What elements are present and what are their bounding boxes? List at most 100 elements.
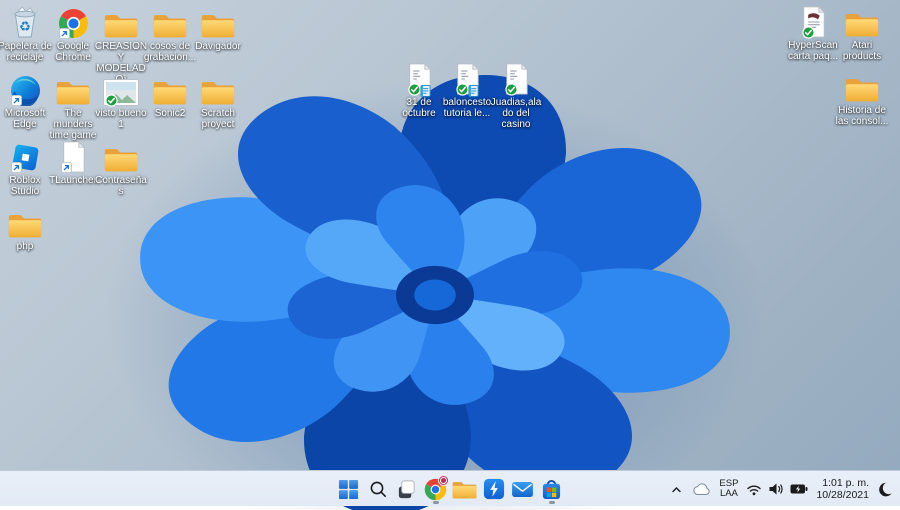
desktop-icon-davigador[interactable]: Davigador (191, 5, 245, 52)
sync-check-icon (802, 26, 815, 39)
desktop-icon-label: 31 de octubre (402, 97, 436, 119)
language-line2: LAA (719, 488, 738, 499)
shortcut-arrow-icon (59, 28, 70, 39)
task-view-icon (396, 479, 417, 500)
desktop-icon-31-de-octubre[interactable]: 31 de octubre (392, 61, 446, 119)
mail-button[interactable] (510, 474, 536, 504)
desktop-icon-atari-products[interactable]: Atari products (835, 4, 889, 62)
folder-icon (8, 205, 42, 239)
lightning-app-button[interactable] (481, 474, 507, 504)
folder-icon (153, 5, 187, 39)
chrome-notification-badge (437, 475, 449, 486)
shortcut-arrow-icon (11, 162, 22, 173)
desktop-icon-label: Davigador (195, 41, 241, 52)
running-indicator (548, 501, 555, 504)
desktop-background[interactable]: Papelera de reciclaje Google Chrome CREA… (0, 0, 900, 510)
chevron-up-icon (672, 486, 682, 492)
roblox-studio-icon (10, 139, 41, 173)
onedrive-button[interactable] (688, 474, 715, 504)
desktop-icon-label: Scratch proyect (201, 108, 235, 130)
taskbar-chrome-button[interactable] (423, 474, 449, 504)
microsoft-store-button[interactable] (539, 474, 565, 504)
microsoft-store-icon (541, 478, 562, 501)
desktop-icon-tlauncher[interactable]: TLauncher (46, 139, 100, 186)
desktop-icon-label: php (16, 241, 34, 252)
desktop-icon-scratch-proyect[interactable]: Scratch proyect (191, 72, 245, 130)
desktop-icon-php[interactable]: php (0, 205, 52, 252)
shortcut-arrow-icon (61, 162, 72, 173)
notification-center-button[interactable] (873, 474, 897, 504)
chrome-icon (58, 5, 89, 39)
folder-icon (845, 69, 879, 103)
text-document-icon (406, 61, 433, 95)
focus-assist-moon-icon (879, 482, 892, 497)
shortcut-arrow-icon (11, 95, 22, 106)
file-icon (60, 139, 87, 173)
volume-icon (769, 483, 784, 495)
search-icon (368, 479, 388, 499)
folder-icon (201, 5, 235, 39)
image-thumbnail-icon (103, 72, 139, 106)
desktop-icon-microsoft-edge[interactable]: Microsoft Edge (0, 72, 52, 130)
file-explorer-icon (452, 478, 477, 500)
lightning-app-icon (483, 478, 505, 500)
desktop-icon-label: Atari products (842, 40, 882, 62)
desktop-icon-cosos-de-grabacion[interactable]: cosos de grabacion... (143, 5, 197, 63)
desktop-icon-label: baloncesto tutoria le... (442, 97, 492, 119)
hidden-icons-button[interactable] (665, 474, 688, 504)
folder-icon (153, 72, 187, 106)
desktop-icon-label: The munders time game (49, 108, 97, 141)
desktop-icon-visto-bueno[interactable]: visto bueno 1 (94, 72, 148, 130)
task-view-button[interactable] (394, 474, 420, 504)
sync-check-icon (505, 83, 518, 96)
notepad-badge-icon (420, 84, 431, 97)
desktop-icon-label: Contraseñas (95, 175, 147, 197)
system-tray: ESP LAA 1:01 p. m. 10/28/2021 (665, 471, 897, 507)
folder-icon (201, 72, 235, 106)
folder-icon (104, 139, 138, 173)
desktop-icon-label: cosos de grabacion... (143, 41, 197, 63)
desktop-icon-label: HyperScan carta paq... (787, 40, 839, 62)
desktop-icon-the-munders-time-game[interactable]: The munders time game (46, 72, 100, 141)
mail-icon (511, 481, 534, 498)
desktop-icon-juadias-alado-del-casino[interactable]: Juadias,alado del casino (489, 61, 543, 130)
wifi-icon (747, 485, 762, 495)
sync-check-icon (105, 94, 118, 107)
desktop-icon-baloncesto-tutoria[interactable]: baloncesto tutoria le... (440, 61, 494, 119)
desktop-icon-google-chrome[interactable]: Google Chrome (46, 5, 100, 63)
desktop-icon-label: Historia de las consol... (835, 105, 889, 127)
folder-icon (104, 5, 138, 39)
tray-date: 10/28/2021 (816, 489, 869, 501)
desktop-icon-label: Google Chrome (55, 41, 91, 63)
desktop-icon-label: visto bueno 1 (95, 108, 147, 130)
desktop-icon-contrasenas[interactable]: Contraseñas (94, 139, 148, 197)
folder-icon (56, 72, 90, 106)
desktop-icon-roblox-studio[interactable]: Roblox Studio (0, 139, 52, 197)
edge-icon (10, 72, 41, 106)
document-icon (503, 61, 530, 95)
onedrive-cloud-icon (693, 482, 710, 495)
taskbar: ESP LAA 1:01 p. m. 10/28/2021 (0, 470, 900, 506)
desktop-icon-label: Juadias,alado del casino (490, 97, 542, 130)
language-indicator[interactable]: ESP LAA (715, 474, 742, 504)
desktop-icon-label: Microsoft Edge (4, 108, 46, 130)
desktop-icon-recycle-bin[interactable]: Papelera de reciclaje (0, 5, 52, 63)
text-document-icon (454, 61, 481, 95)
desktop-icon-sonic2[interactable]: Sonic2 (143, 72, 197, 119)
file-explorer-button[interactable] (452, 474, 478, 504)
quick-settings-button[interactable] (742, 474, 812, 504)
desktop-icon-historia-de-las-consolas[interactable]: Historia de las consol... (835, 69, 889, 127)
folder-icon (845, 4, 879, 38)
clock-button[interactable]: 1:01 p. m. 10/28/2021 (812, 474, 873, 504)
desktop-icon-label: Sonic2 (154, 108, 186, 119)
start-button[interactable] (336, 474, 362, 504)
search-button[interactable] (365, 474, 391, 504)
notepad-badge-icon (468, 84, 479, 97)
recycle-bin-icon (10, 5, 40, 39)
desktop-icon-hyperscan-carta[interactable]: HyperScan carta paq... (786, 4, 840, 62)
running-indicator (432, 501, 439, 504)
windows-logo-icon (338, 479, 359, 500)
scan-document-icon (800, 4, 827, 38)
desktop-icon-label: Papelera de reciclaje (0, 41, 52, 63)
battery-charging-icon (790, 484, 808, 494)
